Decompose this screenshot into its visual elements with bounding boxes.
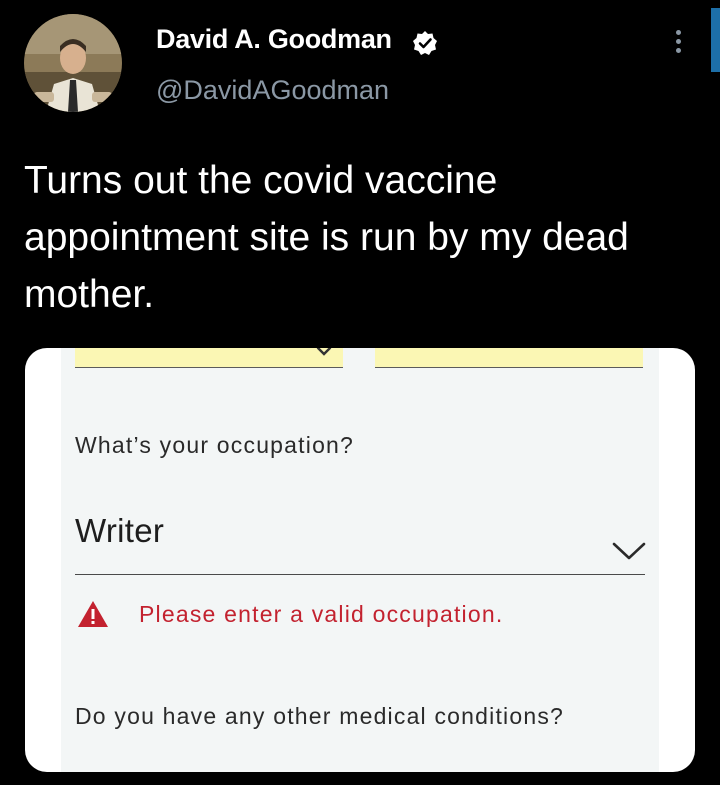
attached-image-card[interactable]: What’s your occupation? Writer Please en… — [25, 348, 695, 772]
scroll-accent-bar — [711, 8, 720, 72]
occupation-select-value[interactable]: Writer — [75, 512, 164, 550]
chevron-down-icon[interactable] — [611, 540, 647, 562]
chevron-down-icon — [316, 348, 332, 356]
author-name[interactable]: David A. Goodman — [156, 24, 392, 55]
occupation-field-underline — [75, 574, 645, 575]
more-options-icon[interactable] — [668, 30, 688, 60]
highlighted-input-left[interactable] — [75, 348, 343, 368]
warning-icon — [78, 601, 108, 627]
highlighted-input-right[interactable] — [375, 348, 643, 368]
verified-badge-icon — [413, 31, 437, 55]
occupation-question: What’s your occupation? — [75, 432, 355, 458]
medical-conditions-question: Do you have any other medical conditions… — [75, 703, 565, 729]
avatar[interactable] — [24, 14, 122, 112]
avatar-photo — [24, 14, 122, 112]
occupation-error-message: Please enter a valid occupation. — [139, 601, 504, 627]
author-handle[interactable]: @DavidAGoodman — [156, 75, 389, 106]
tweet-text: Turns out the covid vaccine appointment … — [24, 159, 629, 316]
